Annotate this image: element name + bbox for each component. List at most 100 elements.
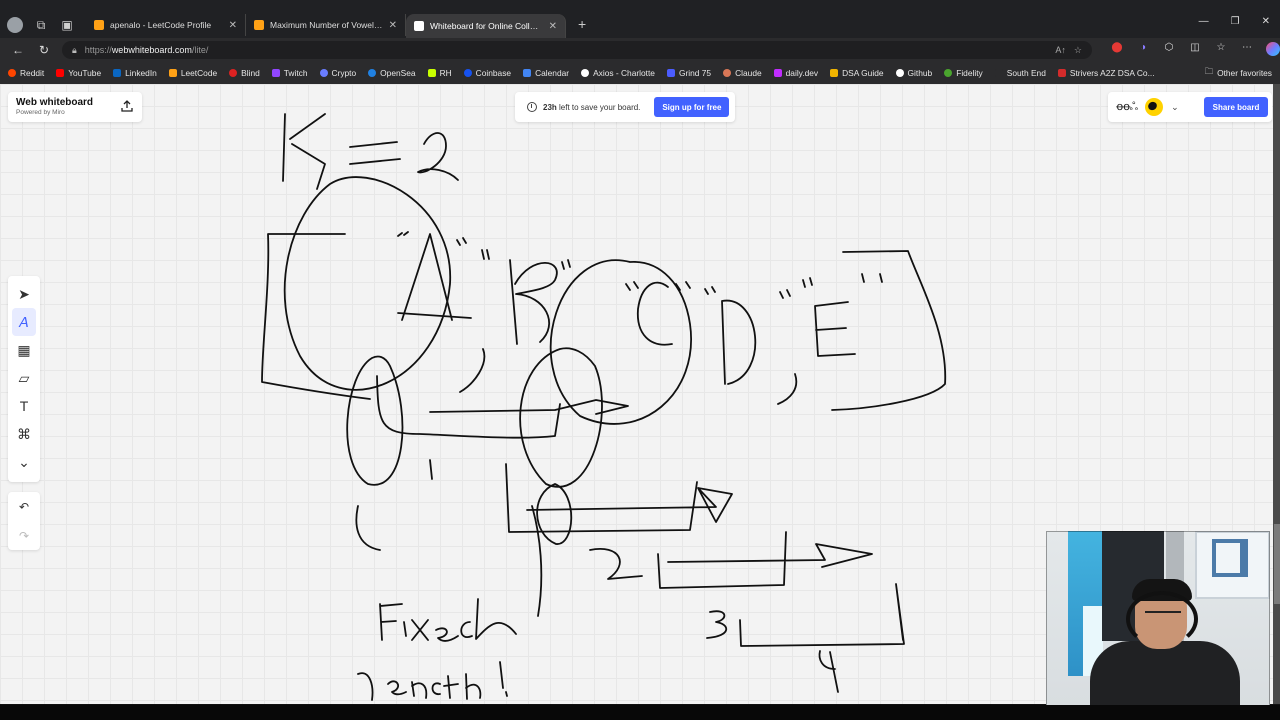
bookmark-blind[interactable]: Blind bbox=[229, 68, 260, 78]
tab-actions-icon[interactable]: ▣ bbox=[58, 16, 76, 34]
sketch-pointer-line bbox=[531, 505, 543, 617]
sketch-number-4 bbox=[818, 650, 839, 693]
favorite-star-icon[interactable]: ☆ bbox=[1074, 45, 1082, 56]
workspaces-icon[interactable]: ⧉ bbox=[32, 16, 50, 34]
more-menu-icon[interactable]: ⋯ bbox=[1240, 42, 1254, 59]
sign-up-button[interactable]: Sign up for free bbox=[654, 97, 730, 117]
other-favorites-folder[interactable]: 🗀 Other favorites bbox=[1205, 66, 1272, 80]
avatar[interactable] bbox=[1145, 98, 1164, 116]
extension-purple-icon[interactable]: ◑ bbox=[1136, 42, 1150, 59]
sketch-window-right-box bbox=[831, 250, 947, 411]
tools-toolbar: ➤ 𝘈 ▦ ▱ T ⌘ ⌄ bbox=[8, 276, 40, 482]
sketch-c-letter bbox=[637, 281, 673, 346]
bookmark-calendar[interactable]: Calendar bbox=[523, 68, 569, 78]
read-aloud-icon[interactable]: A↑ bbox=[1055, 45, 1066, 55]
window-controls: — ❐ ✕ bbox=[1199, 16, 1270, 27]
sketch-number-3 bbox=[706, 610, 728, 639]
bookmark-fidelity[interactable]: Fidelity bbox=[944, 68, 983, 78]
calendar-icon bbox=[523, 69, 532, 77]
bookmark-south-end[interactable]: South End bbox=[994, 68, 1046, 78]
browser-action-icons: ⬤ ◑ ⬡ ◫ ☆ ⋯ bbox=[1110, 41, 1280, 59]
text-tool-icon[interactable]: T bbox=[12, 392, 36, 420]
bookmark-reddit[interactable]: Reddit bbox=[8, 68, 44, 78]
bookmark-claude[interactable]: Claude bbox=[723, 68, 762, 78]
bookmark-axios-charlotte[interactable]: Axios - Charlotte bbox=[581, 68, 655, 78]
sketch-small-circle-2 bbox=[519, 347, 603, 488]
share-board-button[interactable]: Share board bbox=[1204, 97, 1268, 117]
robinhood-icon bbox=[427, 69, 436, 77]
profile-icon[interactable] bbox=[6, 16, 24, 34]
bookmark-grind75[interactable]: Grind 75 bbox=[666, 68, 711, 78]
close-window-icon[interactable]: ✕ bbox=[1262, 16, 1270, 27]
claude-icon bbox=[723, 69, 732, 77]
sketch-mark-2 bbox=[355, 505, 381, 551]
tab-max-vowels[interactable]: Maximum Number of Vowels in a ✕ bbox=[246, 14, 406, 36]
brand-subtitle: Powered by Miro bbox=[16, 109, 65, 116]
vertical-scrollbar[interactable] bbox=[1273, 84, 1280, 704]
bookmark-opensea[interactable]: OpenSea bbox=[368, 68, 416, 78]
sketch-b-quotes bbox=[561, 259, 571, 270]
tab-title: Maximum Number of Vowels in a bbox=[270, 20, 383, 30]
tab-webwhiteboard[interactable]: Whiteboard for Online Collaborati ✕ bbox=[406, 14, 566, 38]
sketch-a-letter bbox=[397, 233, 472, 321]
tab-leetcode-profile[interactable]: apenalo - LeetCode Profile ✕ bbox=[86, 14, 246, 36]
url-bar[interactable]: 🔒︎ https://webwhiteboard.com/lite/ A↑ ☆ bbox=[62, 41, 1092, 59]
brand-title: Web whiteboard bbox=[16, 97, 94, 108]
bookmark-crypto[interactable]: Crypto bbox=[319, 68, 356, 78]
extensions-icon[interactable]: ⬡ bbox=[1162, 42, 1176, 59]
webcam-border bbox=[1046, 531, 1270, 708]
select-tool-icon[interactable]: ➤ bbox=[12, 280, 36, 308]
bookmark-linkedin[interactable]: LinkedIn bbox=[113, 68, 157, 78]
back-arrow-icon[interactable]: ← bbox=[10, 43, 26, 57]
twitch-icon bbox=[271, 69, 280, 77]
restore-icon[interactable]: ❐ bbox=[1231, 16, 1240, 27]
bookmark-rh[interactable]: RH bbox=[427, 68, 452, 78]
bookmark-leetcode[interactable]: LeetCode bbox=[168, 68, 217, 78]
more-tools-icon[interactable]: ⌄ bbox=[12, 448, 36, 476]
close-icon[interactable]: ✕ bbox=[389, 20, 397, 31]
brand-panel: Web whiteboard Powered by Miro bbox=[8, 92, 142, 122]
save-message: 23h left to save your board. bbox=[543, 102, 641, 112]
sketch-equals-bottom bbox=[349, 158, 401, 165]
frame-tool-icon[interactable]: ▦ bbox=[12, 336, 36, 364]
sketch-fixed-word bbox=[379, 598, 517, 642]
coinbase-icon bbox=[463, 69, 472, 77]
upload-icon[interactable] bbox=[120, 99, 134, 113]
undo-icon[interactable]: ↶ bbox=[12, 496, 36, 518]
redo-icon[interactable]: ↷ bbox=[12, 525, 36, 547]
copilot-icon[interactable] bbox=[1266, 41, 1280, 59]
bookmark-dsa-guide[interactable]: DSA Guide bbox=[830, 68, 884, 78]
bookmark-youtube[interactable]: YouTube bbox=[56, 68, 101, 78]
bookmark-coinbase[interactable]: Coinbase bbox=[463, 68, 511, 78]
bookmark-github[interactable]: Github bbox=[895, 68, 932, 78]
sketch-length-word bbox=[357, 661, 508, 701]
address-toolbar: ← ↻ 🔒︎ https://webwhiteboard.com/lite/ A… bbox=[0, 38, 1280, 62]
close-icon[interactable]: ✕ bbox=[229, 20, 237, 31]
url-host: webwhiteboard.com bbox=[111, 45, 192, 55]
bookmark-dailydev[interactable]: daily.dev bbox=[773, 68, 818, 78]
split-screen-icon[interactable]: ◫ bbox=[1188, 42, 1202, 59]
doodle-icon: ꝋꝋஃ bbox=[1116, 100, 1138, 113]
sketch-window-arrow-1 bbox=[376, 375, 629, 439]
bookmark-twitch[interactable]: Twitch bbox=[271, 68, 308, 78]
pen-tool-icon[interactable]: 𝘈 bbox=[12, 308, 36, 336]
share-panel: ꝋꝋஃ ⌄ Share board bbox=[1108, 92, 1272, 122]
favorites-icon[interactable]: ☆ bbox=[1214, 42, 1228, 59]
history-controls: ↶ ↷ bbox=[8, 492, 40, 550]
shapes-tool-icon[interactable]: ⌘ bbox=[12, 420, 36, 448]
strivers-icon bbox=[1057, 69, 1066, 77]
chevron-down-icon[interactable]: ⌄ bbox=[1171, 102, 1179, 113]
close-icon[interactable]: ✕ bbox=[549, 21, 557, 32]
sketch-window-arrow-3 bbox=[657, 531, 873, 589]
axios-icon bbox=[581, 69, 590, 77]
leetcode-favicon-icon bbox=[254, 20, 264, 30]
sketch-number-two bbox=[417, 132, 459, 181]
bookmark-strivers[interactable]: Strivers A2Z DSA Co... bbox=[1057, 68, 1155, 78]
sticky-note-icon[interactable]: ▱ bbox=[12, 364, 36, 392]
extension-red-icon[interactable]: ⬤ bbox=[1110, 42, 1124, 59]
minimize-icon[interactable]: — bbox=[1199, 16, 1209, 27]
refresh-icon[interactable]: ↻ bbox=[36, 43, 52, 57]
sketch-equals-top bbox=[349, 141, 398, 148]
leetcode-favicon-icon bbox=[94, 20, 104, 30]
scrollbar-thumb[interactable] bbox=[1274, 524, 1280, 604]
